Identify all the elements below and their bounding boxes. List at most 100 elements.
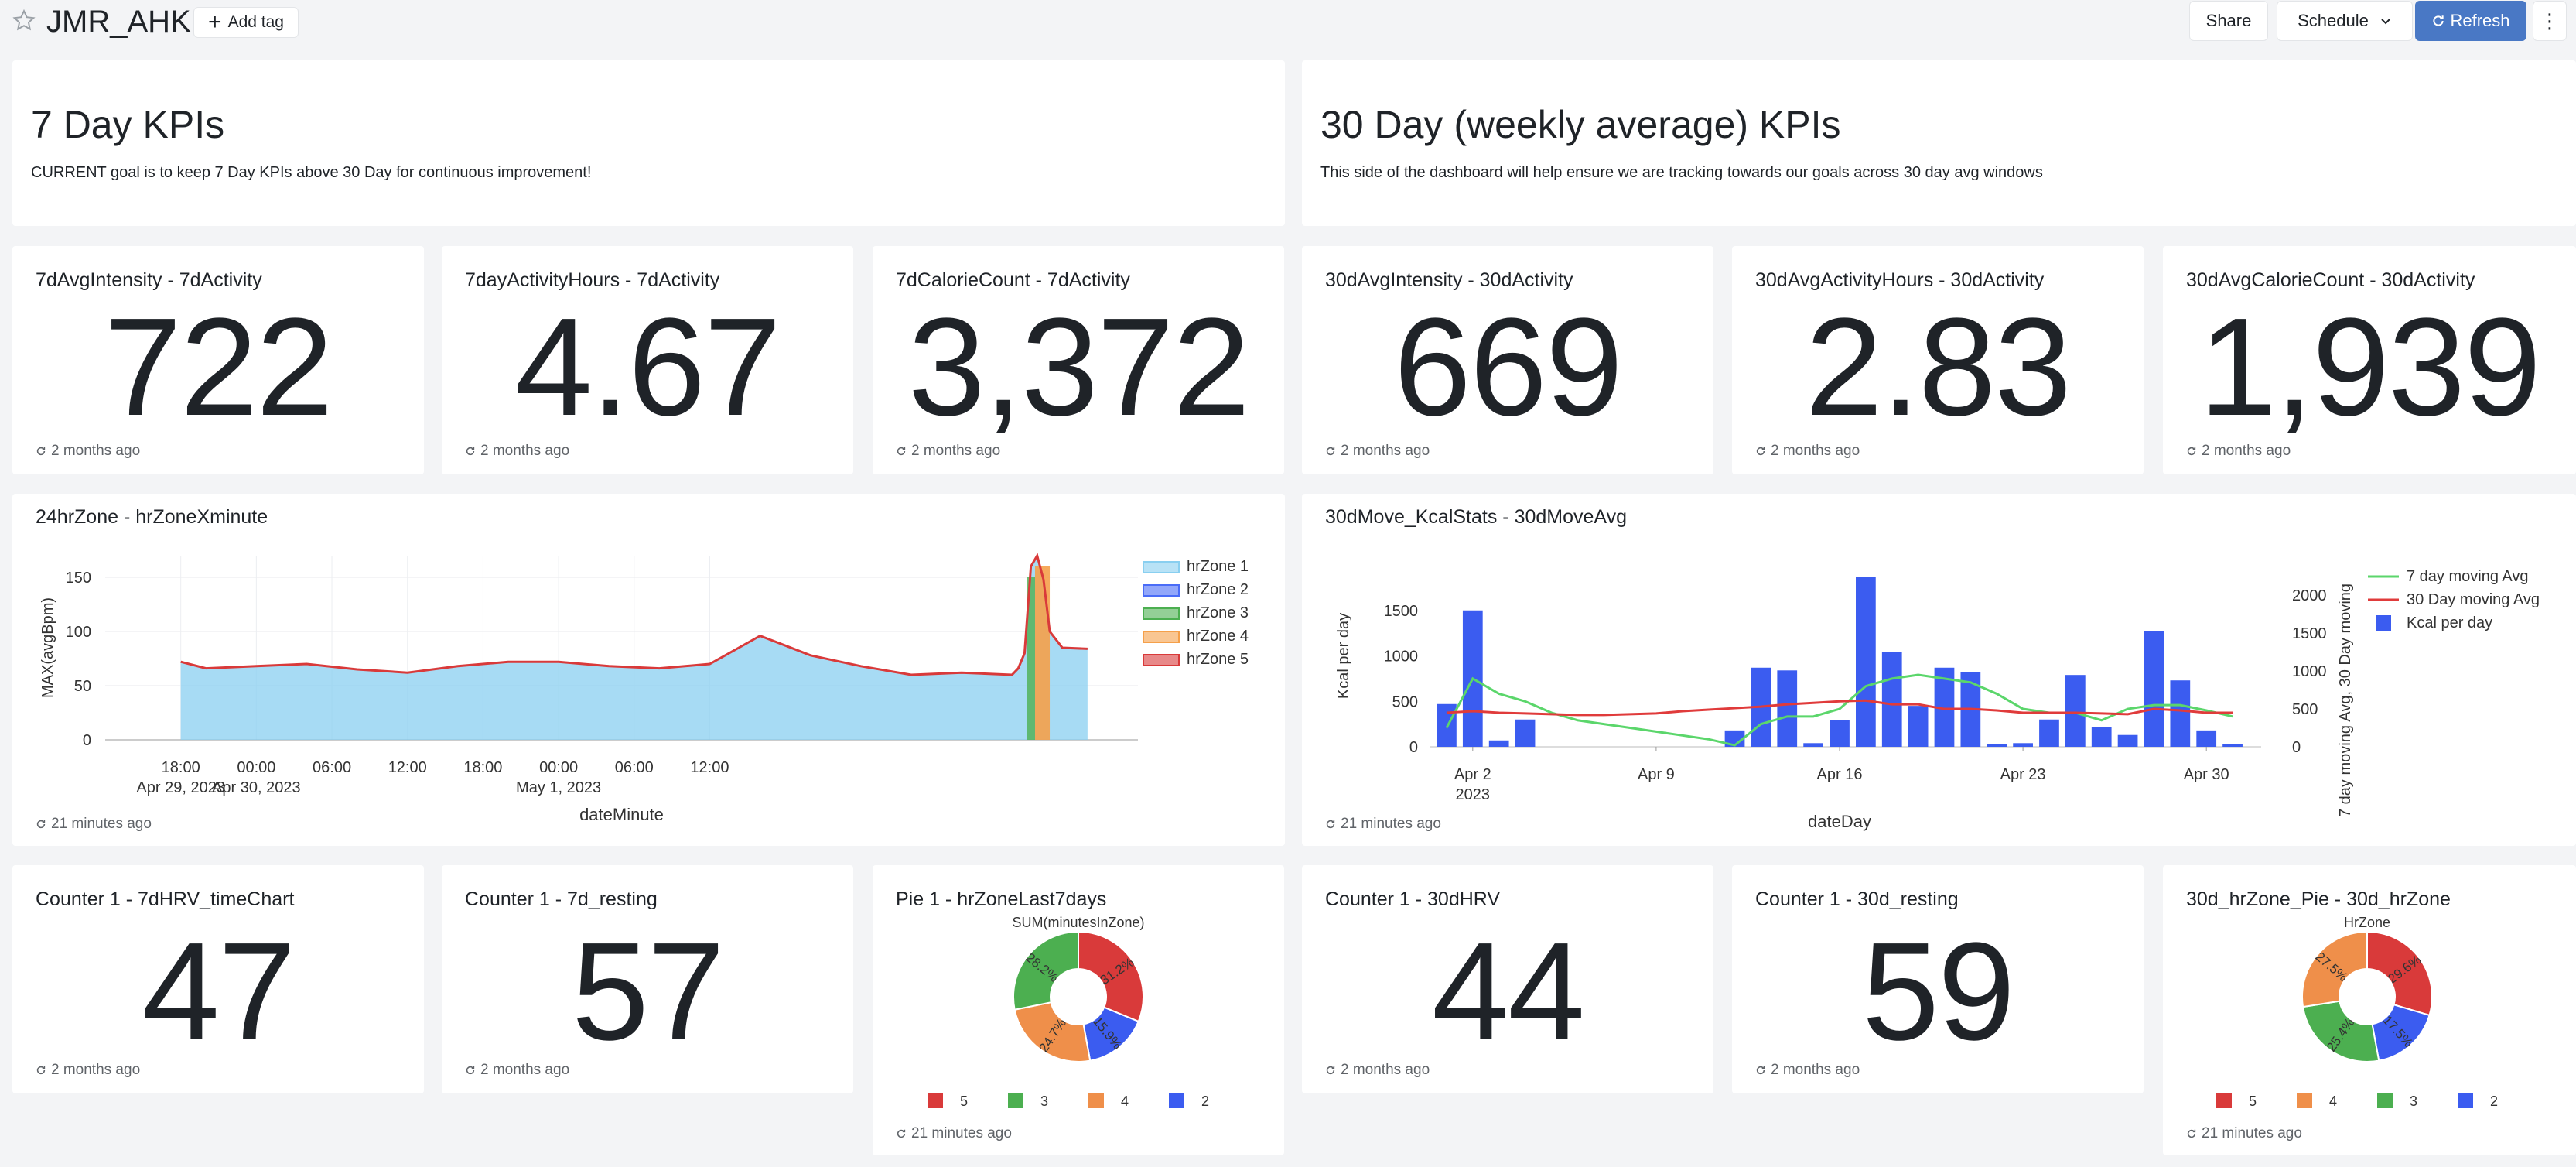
x-tick-label: May 1, 2023 <box>516 779 601 796</box>
y-tick-label: 100 <box>66 624 91 641</box>
y-tick-label: 150 <box>66 570 91 587</box>
legend-label: 3 <box>2410 1093 2417 1109</box>
refresh-small-icon <box>466 1066 475 1075</box>
counter-value: 722 <box>104 289 333 445</box>
chart-widget-hrzone-area[interactable]: 24hrZone - hrZoneXminute 0 50 100 150 18:00 A… <box>12 494 1285 846</box>
x-tick-label: Apr 23 <box>2000 766 2046 783</box>
widget-title: Counter 1 - 30d_resting <box>1755 888 1959 910</box>
legend-swatch <box>1143 561 1180 573</box>
refresh-small-icon <box>2187 1129 2196 1138</box>
bar <box>1908 706 1929 747</box>
bar <box>1803 743 1823 747</box>
pie-widget-7days[interactable]: Pie 1 - hrZoneLast7days SUM(minutesInZon… <box>873 865 1284 1155</box>
x-tick-label: Apr 30 <box>2184 766 2229 783</box>
updated-timestamp: 21 minutes ago <box>1325 816 1441 833</box>
y2-tick-label: 0 <box>2292 739 2301 756</box>
counter-widget[interactable]: Counter 1 - 30d_resting 59 2 months ago <box>1732 865 2144 1093</box>
legend-swatch <box>2458 1093 2473 1108</box>
counter-widget[interactable]: 30dAvgActivityHours - 30dActivity 2.83 2… <box>1732 246 2144 474</box>
bar <box>1856 577 1876 747</box>
y-axis-label: MAX(avgBpm) <box>39 597 56 698</box>
counter-widget[interactable]: 30dAvgIntensity - 30dActivity 669 2 mont… <box>1302 246 1713 474</box>
widget-title: 7dayActivityHours - 7dActivity <box>465 269 720 291</box>
share-button[interactable]: Share <box>2189 1 2268 41</box>
updated-timestamp: 2 months ago <box>1325 443 1430 460</box>
section-subtitle: CURRENT goal is to keep 7 Day KPIs above… <box>31 164 592 181</box>
widget-title: 30d_hrZone_Pie - 30d_hrZone <box>2186 888 2451 910</box>
counter-value: 1,939 <box>2198 289 2541 445</box>
bar <box>2196 730 2217 747</box>
y2-axis-label: 7 day moving Avg, 30 Day moving <box>2337 584 2354 817</box>
legend-label: hrZone 1 <box>1187 558 1249 575</box>
favorite-star-icon[interactable] <box>11 8 37 34</box>
y-axis-label: Kcal per day <box>1335 613 1352 699</box>
bar <box>2222 744 2243 747</box>
legend-swatch <box>1143 607 1180 620</box>
x-tick-label: Apr 9 <box>1638 766 1675 783</box>
section-title: 7 Day KPIs <box>31 103 225 146</box>
widget-title: Counter 1 - 7dHRV_timeChart <box>36 888 295 910</box>
y2-tick-label: 1500 <box>2292 625 2327 642</box>
x-tick-label: 00:00 <box>539 759 578 776</box>
refresh-small-icon <box>36 820 46 829</box>
x-tick-label: 18:00 <box>463 759 502 776</box>
bar <box>2117 734 2138 747</box>
refresh-small-icon <box>2187 447 2196 456</box>
x-tick-label: 00:00 <box>237 759 275 776</box>
counter-widget[interactable]: Counter 1 - 30dHRV 44 2 months ago <box>1302 865 1713 1093</box>
legend-label: 3 <box>1040 1093 1048 1109</box>
counter-widget[interactable]: 7dCalorieCount - 7dActivity 3,372 2 mont… <box>873 246 1284 474</box>
y-tick-label: 50 <box>74 678 91 695</box>
legend-label: 2 <box>1201 1093 1209 1109</box>
updated-timestamp: 2 months ago <box>2186 443 2291 460</box>
refresh-small-icon <box>1326 447 1335 456</box>
updated-timestamp: 2 months ago <box>1755 1062 1860 1079</box>
bar <box>2065 675 2086 747</box>
pie-widget-30days[interactable]: 30d_hrZone_Pie - 30d_hrZone HrZone 29.6% 1… <box>2163 865 2576 1155</box>
x-tick-label: Apr 2 <box>1454 766 1491 783</box>
y-tick-label: 500 <box>1392 693 1418 710</box>
legend-swatch <box>2297 1093 2312 1108</box>
legend-swatch <box>2216 1093 2232 1108</box>
more-options-button[interactable]: ⋮ <box>2533 1 2567 41</box>
legend-swatch <box>928 1093 943 1108</box>
bar <box>2144 631 2164 747</box>
x-tick-label: 18:00 <box>162 759 200 776</box>
updated-timestamp: 2 months ago <box>1325 1062 1430 1079</box>
x-tick-label: 12:00 <box>388 759 427 776</box>
refresh-button[interactable]: Refresh <box>2415 1 2526 41</box>
counter-value: 59 <box>1861 914 2015 1069</box>
refresh-small-icon <box>36 447 46 456</box>
legend-swatch <box>2376 615 2391 631</box>
widget-title: 30dAvgActivityHours - 30dActivity <box>1755 269 2045 291</box>
chart-widget-kcal-bar[interactable]: 30dMove_KcalStats - 30dMoveAvg 0 500 1000 1… <box>1302 494 2576 846</box>
bar <box>1488 740 1509 747</box>
y2-tick-label: 1000 <box>2292 663 2327 680</box>
hrzone-7days-pie-chart: SUM(minutesInZone)31.2%15.9%24.7%28.2%5 3… <box>928 916 1209 1109</box>
x-tick-label: 06:00 <box>615 759 654 776</box>
legend-label: hrZone 4 <box>1187 628 1249 645</box>
schedule-dropdown[interactable]: Schedule <box>2277 1 2413 41</box>
updated-timestamp: 2 months ago <box>465 443 569 460</box>
legend-swatch <box>1088 1093 1104 1108</box>
pie-title: SUM(minutesInZone) <box>1012 916 1144 930</box>
counter-widget[interactable]: 7dAvgIntensity - 7dActivity 722 2 months… <box>12 246 424 474</box>
updated-timestamp: 2 months ago <box>465 1062 569 1079</box>
legend-swatch <box>1143 631 1180 643</box>
y-tick-label: 1000 <box>1384 649 1419 666</box>
y-tick-label: 0 <box>83 732 91 749</box>
legend-swatch <box>2377 1093 2393 1108</box>
counter-widget[interactable]: 30dAvgCalorieCount - 30dActivity 1,939 2… <box>2163 246 2576 474</box>
legend-label: hrZone 3 <box>1187 604 1249 621</box>
legend-swatch <box>1008 1093 1023 1108</box>
refresh-small-icon <box>466 447 475 456</box>
add-tag-button[interactable]: + Add tag <box>193 7 299 38</box>
counter-value: 669 <box>1393 289 1623 445</box>
legend-swatch <box>1169 1093 1184 1108</box>
widget-title: 7dAvgIntensity - 7dActivity <box>36 269 262 291</box>
refresh-small-icon <box>1756 1066 1765 1075</box>
counter-widget[interactable]: Counter 1 - 7dHRV_timeChart 47 2 months … <box>12 865 424 1093</box>
counter-widget[interactable]: Counter 1 - 7d_resting 57 2 months ago <box>442 865 853 1093</box>
refresh-small-icon <box>1326 820 1335 829</box>
counter-widget[interactable]: 7dayActivityHours - 7dActivity 4.67 2 mo… <box>442 246 853 474</box>
